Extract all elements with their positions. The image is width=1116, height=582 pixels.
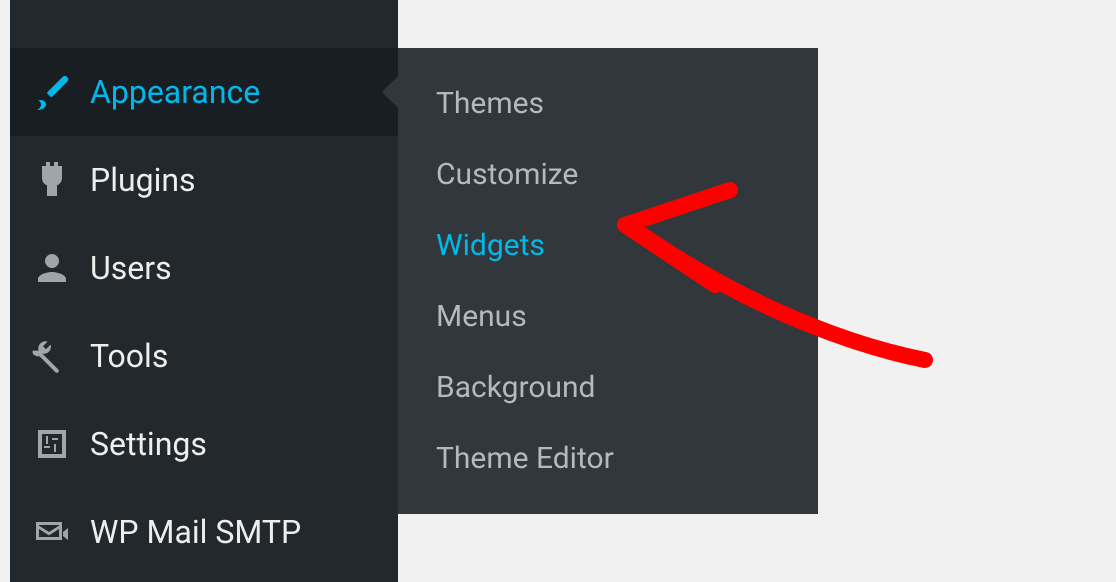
wrench-icon xyxy=(30,334,74,378)
paintbrush-icon xyxy=(30,70,74,114)
sidebar-item-label: Appearance xyxy=(90,73,260,111)
sidebar-item-label: WP Mail SMTP xyxy=(90,513,301,551)
sidebar-item-settings[interactable]: Settings xyxy=(10,400,398,488)
submenu-item-themes[interactable]: Themes xyxy=(398,68,818,139)
sidebar-item-label: Users xyxy=(90,249,172,287)
sidebar-item-label: Plugins xyxy=(90,161,196,199)
mail-icon xyxy=(30,510,74,554)
sidebar-item-appearance[interactable]: Appearance xyxy=(10,48,398,136)
sidebar-item-plugins[interactable]: Plugins xyxy=(10,136,398,224)
submenu-item-customize[interactable]: Customize xyxy=(398,139,818,210)
sidebar-item-users[interactable]: Users xyxy=(10,224,398,312)
sidebar-top-spacer xyxy=(10,0,398,48)
sidebar-item-wp-mail-smtp[interactable]: WP Mail SMTP xyxy=(10,488,398,576)
user-icon xyxy=(30,246,74,290)
admin-sidebar: Appearance Plugins Users Tools Settings xyxy=(10,0,398,582)
plugin-icon xyxy=(30,158,74,202)
submenu-item-background[interactable]: Background xyxy=(398,352,818,423)
submenu-item-widgets[interactable]: Widgets xyxy=(398,210,818,281)
appearance-submenu: Themes Customize Widgets Menus Backgroun… xyxy=(398,48,818,514)
sidebar-item-label: Settings xyxy=(90,425,207,463)
submenu-item-theme-editor[interactable]: Theme Editor xyxy=(398,423,818,494)
submenu-item-menus[interactable]: Menus xyxy=(398,281,818,352)
sidebar-item-label: Tools xyxy=(90,337,168,375)
sidebar-item-tools[interactable]: Tools xyxy=(10,312,398,400)
sliders-icon xyxy=(30,422,74,466)
